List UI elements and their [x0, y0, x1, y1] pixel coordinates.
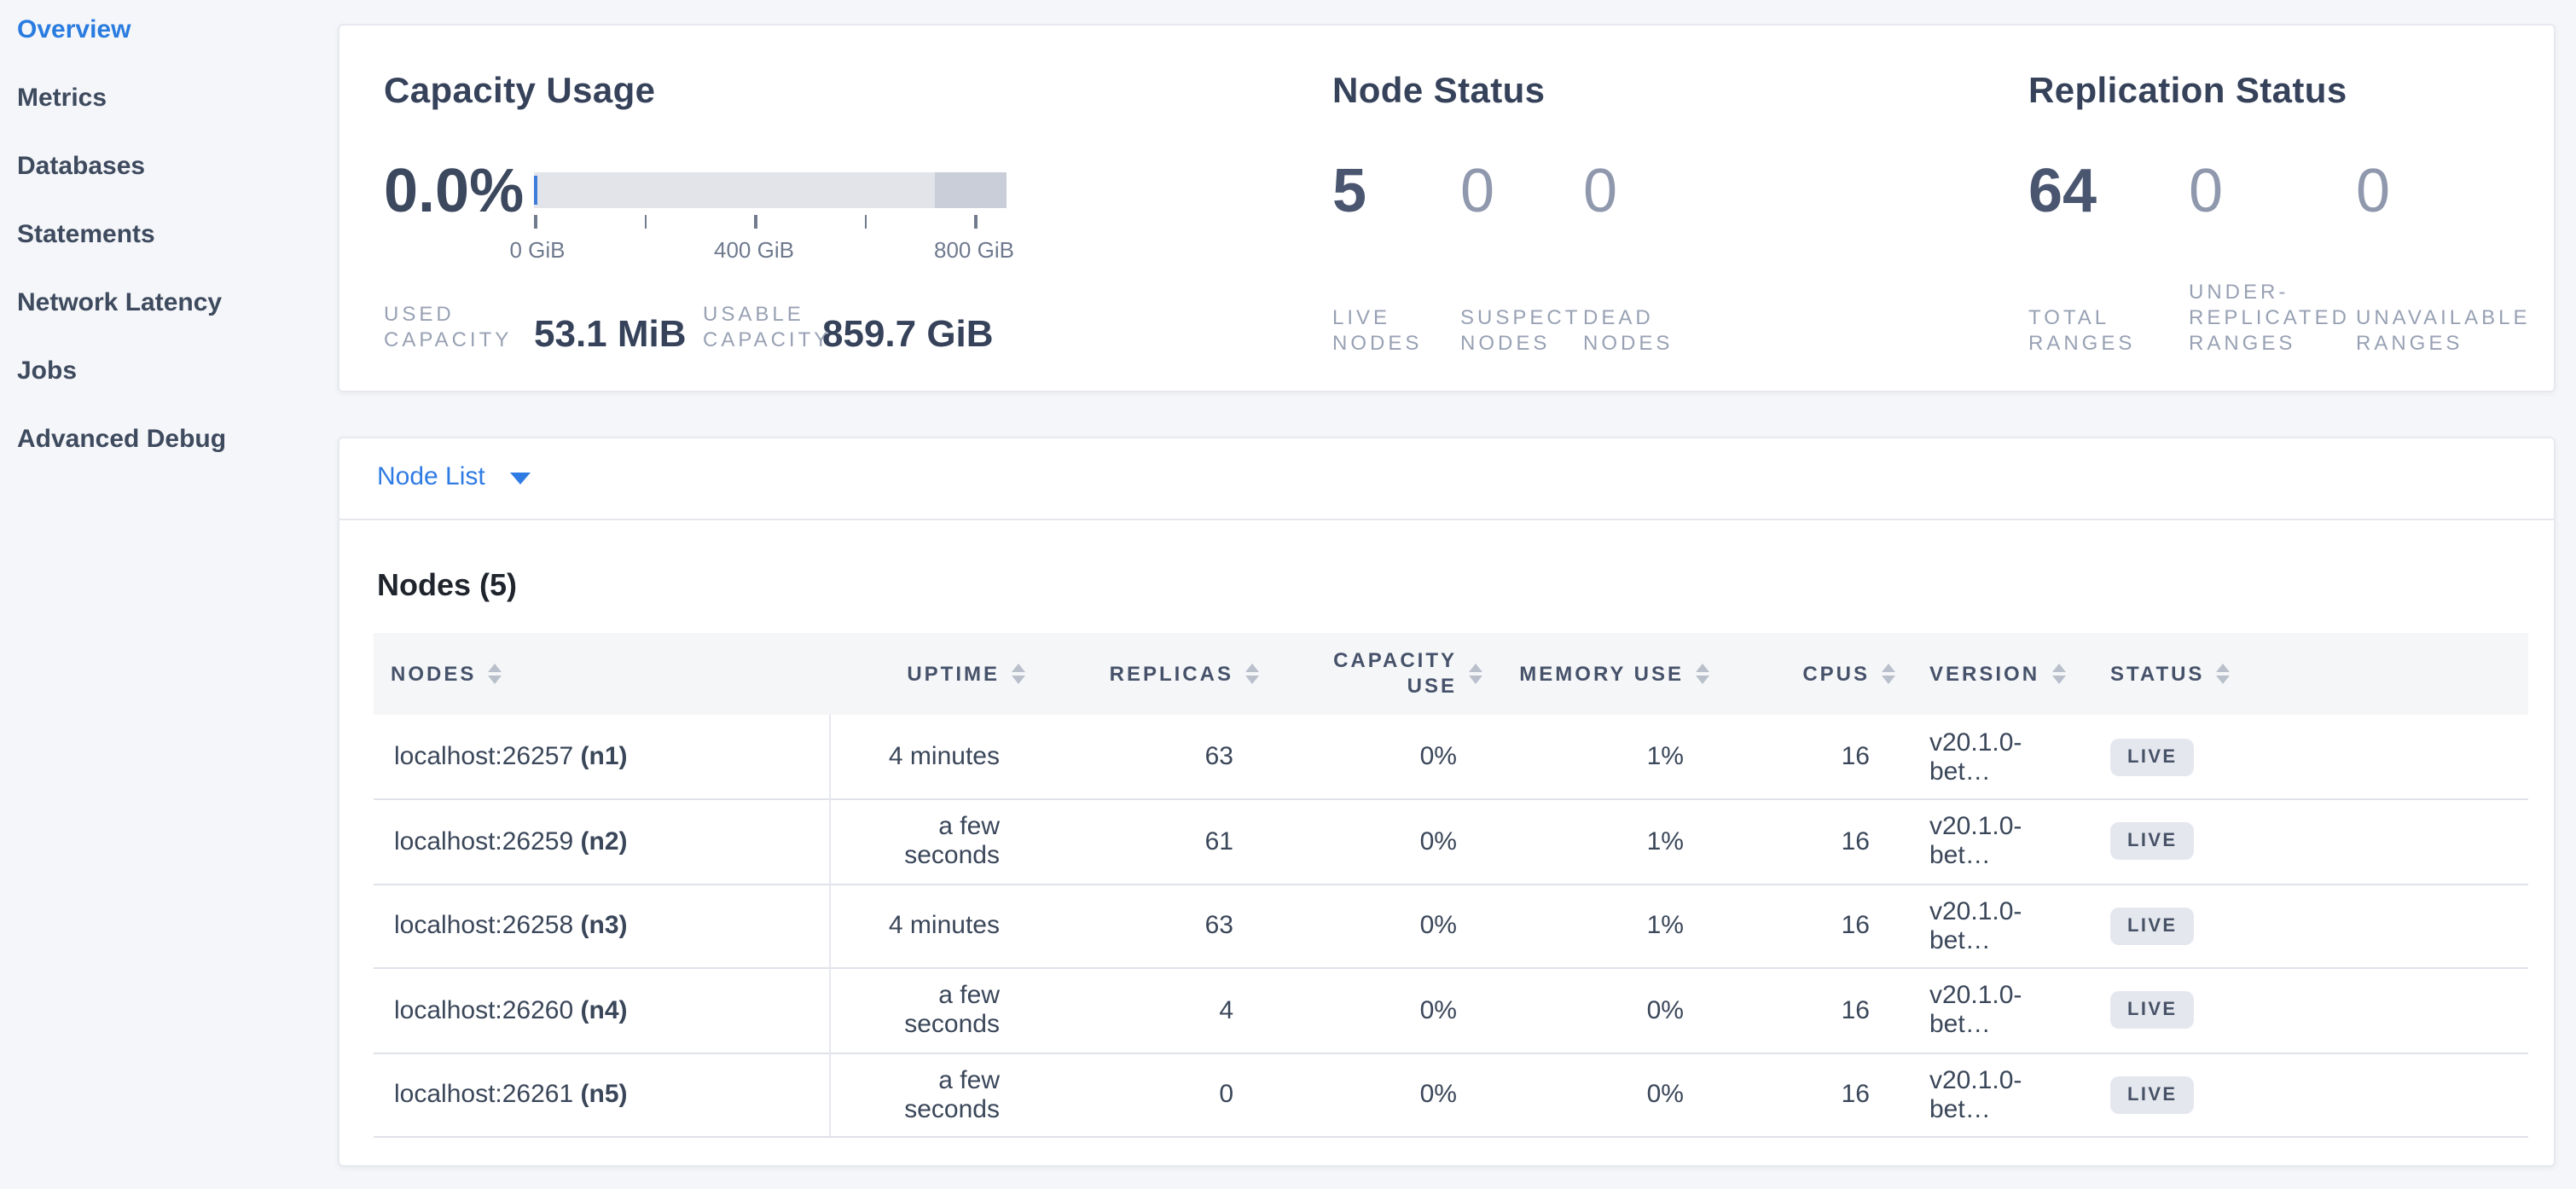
sidebar-item-overview[interactable]: Overview: [17, 14, 338, 48]
under-replicated-ranges-stat: 0 UNDER-REPLICATEDRANGES: [2189, 160, 2356, 357]
table-row[interactable]: localhost:26260 (n4) a few seconds 4 0% …: [374, 968, 2528, 1053]
column-header-nodes[interactable]: NODES: [374, 633, 829, 715]
node-id: (n3): [581, 912, 628, 941]
table-row[interactable]: localhost:26259 (n2) a few seconds 61 0%…: [374, 799, 2528, 884]
sort-icon: [2051, 664, 2065, 684]
node-status-section: Node Status 5 LIVENODES 0 SUSPECTNODES 0…: [1332, 26, 1998, 391]
status-badge: LIVE: [2110, 823, 2195, 861]
node-address[interactable]: localhost:26261: [394, 1081, 573, 1110]
sidebar-item-metrics[interactable]: Metrics: [17, 82, 338, 116]
column-header-replicas[interactable]: REPLICAS: [1042, 633, 1276, 715]
capacity-usage-title: Capacity Usage: [384, 72, 655, 113]
node-id: (n1): [581, 742, 628, 771]
node-address[interactable]: localhost:26258: [394, 912, 573, 941]
sort-icon: [1012, 664, 1025, 684]
node-address[interactable]: localhost:26260: [394, 996, 573, 1025]
status-badge: LIVE: [2110, 992, 2195, 1030]
capacity-axis: 0 GiB 400 GiB 800 GiB: [534, 215, 1007, 266]
node-address[interactable]: localhost:26259: [394, 827, 573, 856]
sidebar-item-databases[interactable]: Databases: [17, 150, 338, 184]
page: Overview Metrics Databases Statements Ne…: [0, 0, 2576, 1189]
sort-icon: [488, 664, 502, 684]
capacity-bar-used-marker: [534, 176, 537, 205]
unavailable-ranges-stat: 0 UNAVAILABLERANGES: [2356, 160, 2544, 357]
sort-icon: [1469, 664, 1482, 684]
axis-tick: [974, 215, 977, 229]
axis-tick: [534, 215, 537, 229]
node-list-dropdown[interactable]: Node List: [377, 462, 531, 491]
used-capacity-value: 53.1 MiB: [534, 312, 687, 357]
capacity-stats: USED CAPACITY 53.1 MiB USABLE CAPACITY 8…: [384, 292, 1314, 353]
node-id: (n2): [581, 827, 628, 856]
column-header-version[interactable]: VERSION: [1912, 633, 2093, 715]
node-id: (n5): [581, 1081, 628, 1110]
node-address[interactable]: localhost:26257: [394, 742, 573, 771]
column-header-status[interactable]: STATUS: [2093, 633, 2528, 715]
column-header-capacity-use[interactable]: CAPACITYUSE: [1276, 633, 1500, 715]
axis-tick-label: 0 GiB: [509, 237, 565, 263]
capacity-used-percent: 0.0%: [384, 160, 524, 222]
sort-icon: [2216, 664, 2230, 684]
table-header-row: NODES UPTIME REPLICAS CAPACITYUSE MEMORY…: [374, 633, 2528, 715]
sort-icon: [1245, 664, 1259, 684]
sidebar-item-jobs[interactable]: Jobs: [17, 355, 338, 389]
caret-down-icon: [511, 473, 531, 484]
column-header-uptime[interactable]: UPTIME: [829, 633, 1042, 715]
usable-capacity-label: USABLE CAPACITY: [703, 302, 831, 353]
view-selector-row: Node List: [339, 438, 2554, 520]
axis-tick: [754, 215, 757, 229]
sort-icon: [1696, 664, 1709, 684]
status-badge: LIVE: [2110, 738, 2195, 775]
table-row[interactable]: localhost:26257 (n1) 4 minutes 63 0% 1% …: [374, 715, 2528, 799]
capacity-bar: [534, 172, 1007, 208]
axis-tick: [864, 215, 867, 229]
sidebar-item-network-latency[interactable]: Network Latency: [17, 287, 338, 321]
column-header-cpus[interactable]: CPUS: [1726, 633, 1912, 715]
total-ranges-stat: 64 TOTALRANGES: [2028, 160, 2189, 357]
replication-status-title: Replication Status: [2028, 72, 2347, 113]
used-capacity-label: USED CAPACITY: [384, 302, 512, 353]
table-row[interactable]: localhost:26261 (n5) a few seconds 0 0% …: [374, 1053, 2528, 1137]
usable-capacity-value: 859.7 GiB: [822, 312, 994, 357]
sidebar: Overview Metrics Databases Statements Ne…: [0, 0, 338, 1189]
dead-nodes-stat: 0 DEADNODES: [1583, 160, 1720, 357]
axis-tick-label: 800 GiB: [934, 237, 1014, 263]
nodes-heading: Nodes (5): [377, 568, 517, 604]
node-status-title: Node Status: [1332, 72, 1545, 113]
capacity-usage-section: Capacity Usage 0.0% 0 GiB 400 GiB 800 Gi…: [384, 26, 1314, 391]
live-nodes-stat: 5 LIVENODES: [1332, 160, 1460, 357]
node-list-dropdown-label: Node List: [377, 462, 485, 491]
column-header-memory-use[interactable]: MEMORY USE: [1500, 633, 1726, 715]
cluster-summary-card: Capacity Usage 0.0% 0 GiB 400 GiB 800 Gi…: [338, 24, 2556, 392]
status-badge: LIVE: [2110, 1076, 2195, 1114]
capacity-bar-other-segment: [935, 172, 1007, 208]
node-id: (n4): [581, 996, 628, 1025]
nodes-table: NODES UPTIME REPLICAS CAPACITYUSE MEMORY…: [374, 633, 2528, 1138]
sort-icon: [1882, 664, 1895, 684]
axis-tick-label: 400 GiB: [714, 237, 794, 263]
sidebar-item-advanced-debug[interactable]: Advanced Debug: [17, 423, 338, 457]
node-list-card: Node List Nodes (5) NODES UPTIME REPLICA…: [338, 437, 2556, 1167]
suspect-nodes-stat: 0 SUSPECTNODES: [1460, 160, 1583, 357]
sidebar-item-statements[interactable]: Statements: [17, 218, 338, 252]
status-badge: LIVE: [2110, 908, 2195, 945]
table-row[interactable]: localhost:26258 (n3) 4 minutes 63 0% 1% …: [374, 884, 2528, 968]
axis-tick: [644, 215, 647, 229]
replication-status-section: Replication Status 64 TOTALRANGES 0 UNDE…: [2028, 26, 2549, 391]
